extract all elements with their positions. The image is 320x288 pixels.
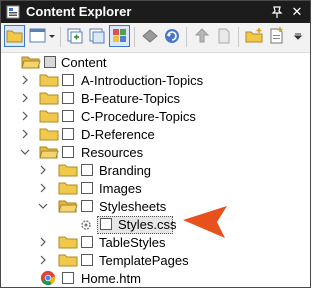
tree-item-label: TableStyles — [99, 235, 166, 250]
tree-item-label: TemplatePages — [99, 253, 189, 268]
item-checkbox[interactable] — [62, 92, 74, 104]
tree-item-d-reference[interactable]: D-Reference — [1, 126, 310, 144]
new-window-tool-icon[interactable] — [65, 26, 85, 46]
chevron-right-icon[interactable] — [19, 74, 31, 86]
item-checkbox[interactable] — [81, 182, 93, 194]
folder-icon — [39, 128, 59, 141]
bind-tool-icon[interactable] — [140, 26, 160, 46]
chevron-right-icon[interactable] — [37, 182, 49, 194]
chevron-right-icon[interactable] — [37, 164, 49, 176]
tree-item-resources[interactable]: Resources — [1, 144, 310, 162]
toolbar-separator — [186, 27, 187, 47]
folder-icon — [58, 182, 78, 195]
content-explorer-window: Content Explorer ✕ Content A-Introductio… — [0, 0, 311, 288]
item-checkbox[interactable] — [81, 164, 93, 176]
folder-icon — [58, 236, 78, 249]
view-mode-tool-icon[interactable] — [28, 26, 48, 46]
item-checkbox[interactable] — [81, 254, 93, 266]
toolbar — [1, 23, 310, 53]
tree-item-c-procedure-topics[interactable]: C-Procedure-Topics — [1, 108, 310, 126]
folder-icon — [39, 92, 59, 105]
item-checkbox[interactable] — [62, 110, 74, 122]
item-checkbox[interactable] — [100, 218, 112, 230]
tree-item-b-feature-topics[interactable]: B-Feature-Topics — [1, 90, 310, 108]
tree-item-label: Styles.css — [118, 217, 177, 232]
open-folder-icon — [21, 56, 41, 69]
callout-arrow-icon — [183, 206, 227, 238]
folder-icon — [39, 110, 59, 123]
content-checkbox[interactable] — [44, 56, 56, 68]
tree-item-stylesheets[interactable]: Stylesheets — [1, 198, 310, 216]
open-folder-icon — [39, 146, 59, 159]
dropdown-arrow-icon[interactable] — [47, 26, 57, 46]
stylesheet-gear-icon — [81, 220, 91, 230]
duplicate-window-tool-icon[interactable] — [87, 26, 107, 46]
item-checkbox[interactable] — [62, 74, 74, 86]
tree-item-label: Branding — [99, 163, 152, 178]
close-icon[interactable]: ✕ — [289, 4, 305, 20]
show-files-grid-icon[interactable] — [109, 25, 130, 47]
tree-item-home-htm[interactable]: Home.htm — [1, 270, 310, 287]
tree-item-tablestyles[interactable]: TableStyles — [1, 234, 310, 252]
tree-item-a-introduction-topics[interactable]: A-Introduction-Topics — [1, 72, 310, 90]
new-folder-tool-icon[interactable] — [244, 26, 264, 46]
explorer-app-icon — [6, 5, 20, 19]
toolbar-separator — [60, 27, 61, 47]
content-tree: Content A-Introduction-Topics B-Feature-… — [1, 52, 310, 287]
item-checkbox[interactable] — [62, 272, 74, 284]
blank-page-tool-icon[interactable] — [214, 26, 234, 46]
folder-icon — [39, 74, 59, 87]
up-tool-icon[interactable] — [192, 26, 212, 46]
chrome-browser-icon — [40, 270, 56, 286]
title-bar: Content Explorer ✕ — [1, 1, 310, 23]
folder-icon — [58, 254, 78, 267]
tree-root-content[interactable]: Content — [1, 54, 310, 72]
tree-item-branding[interactable]: Branding — [1, 162, 310, 180]
tree-item-label: Resources — [81, 145, 144, 160]
toolbar-overflow-icon[interactable] — [292, 26, 304, 46]
chevron-down-icon[interactable] — [37, 200, 49, 212]
tree-item-label: A-Introduction-Topics — [81, 73, 204, 88]
toolbar-separator — [238, 27, 239, 47]
tree-item-images[interactable]: Images — [1, 180, 310, 198]
pin-icon[interactable] — [269, 4, 285, 20]
add-topic-tool-icon[interactable] — [267, 26, 287, 46]
tree-item-label: B-Feature-Topics — [81, 91, 180, 106]
item-checkbox[interactable] — [62, 128, 74, 140]
tree-item-templatepages[interactable]: TemplatePages — [1, 252, 310, 270]
tree-item-label: C-Procedure-Topics — [81, 109, 196, 124]
chevron-down-icon[interactable] — [19, 146, 31, 158]
chevron-right-icon[interactable] — [19, 92, 31, 104]
item-checkbox[interactable] — [81, 236, 93, 248]
tree-item-label: D-Reference — [81, 127, 155, 142]
chevron-right-icon[interactable] — [37, 236, 49, 248]
tree-item-label: Content — [61, 55, 107, 70]
window-title: Content Explorer — [26, 4, 132, 19]
chevron-right-icon[interactable] — [19, 128, 31, 140]
chevron-right-icon[interactable] — [37, 254, 49, 266]
tree-item-label: Stylesheets — [99, 199, 167, 214]
open-folder-icon — [58, 200, 78, 213]
tree-item-label: Home.htm — [81, 271, 141, 286]
folder-icon — [58, 164, 78, 177]
refresh-tool-icon[interactable] — [162, 26, 182, 46]
chevron-right-icon[interactable] — [19, 110, 31, 122]
open-folder-tool-icon[interactable] — [4, 25, 25, 47]
toolbar-separator — [134, 27, 135, 47]
tree-item-styles-css[interactable]: Styles.css — [1, 216, 310, 234]
item-checkbox[interactable] — [62, 146, 74, 158]
item-checkbox[interactable] — [81, 200, 93, 212]
tree-item-label: Images — [99, 181, 142, 196]
